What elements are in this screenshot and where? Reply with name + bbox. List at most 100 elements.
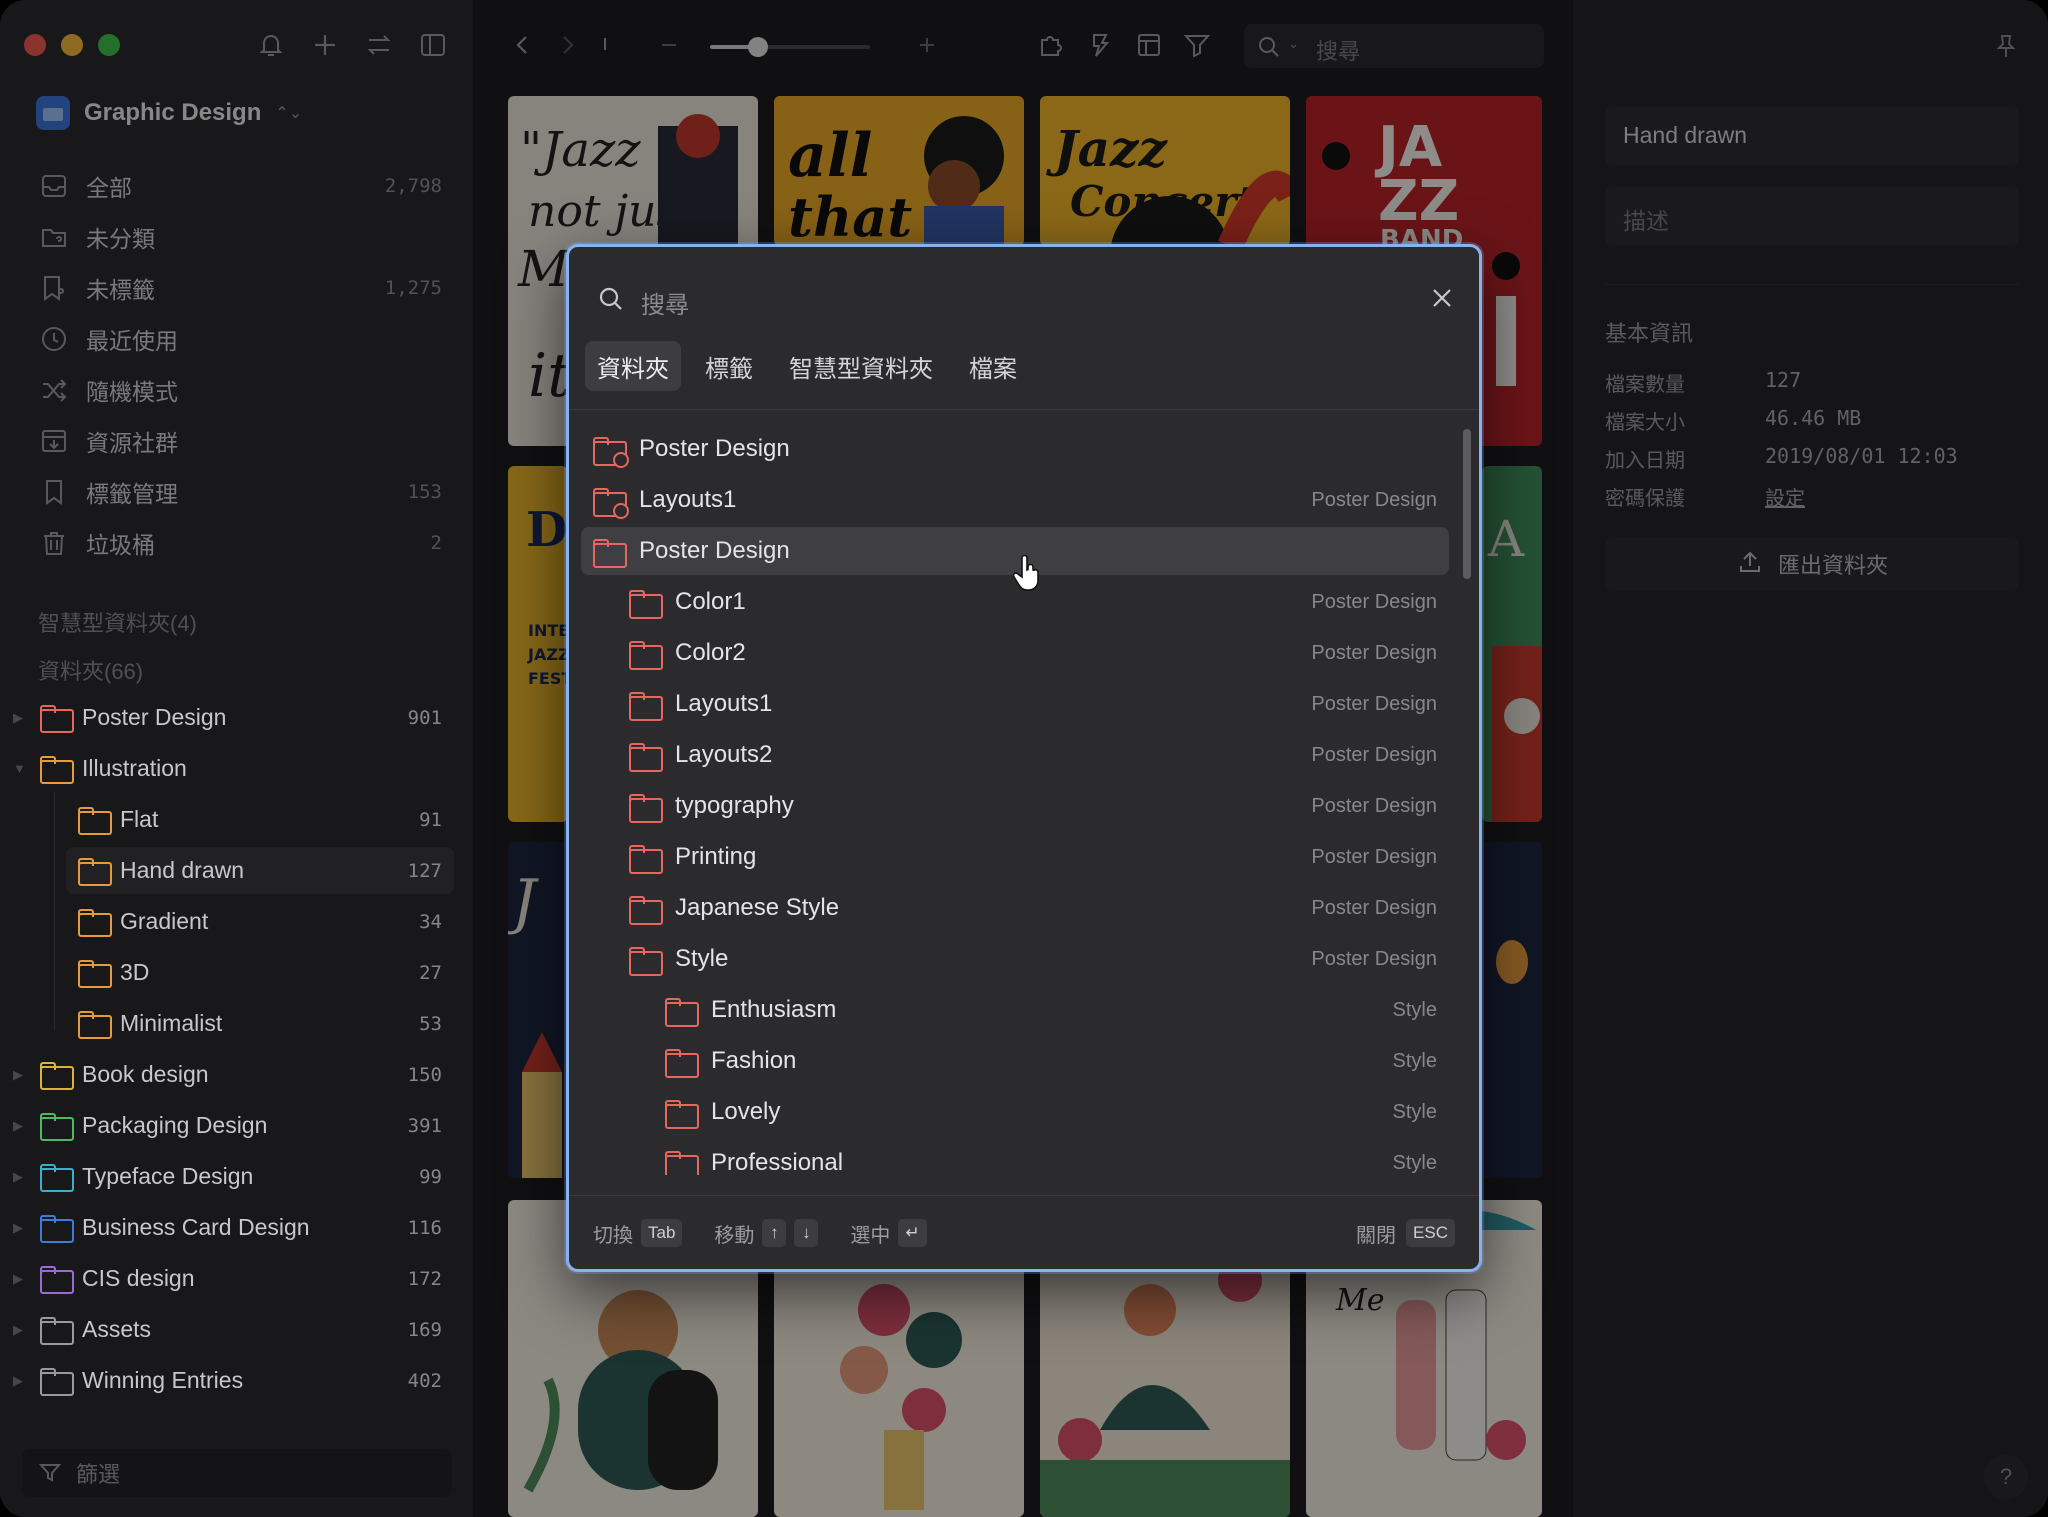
- result-name: Fashion: [711, 1047, 797, 1074]
- folder-icon: [40, 756, 74, 784]
- move-hint-label: 移動: [714, 1224, 755, 1247]
- result-name: Japanese Style: [675, 894, 840, 921]
- folder-tree-label: Minimalist: [120, 1010, 223, 1036]
- folder-icon: [40, 1062, 74, 1090]
- enter-key: ↵: [898, 1219, 927, 1247]
- folder-tree-count: 150: [407, 1063, 442, 1086]
- result-item[interactable]: Style Poster Design: [581, 935, 1449, 983]
- folder-icon: [629, 794, 663, 823]
- result-name: Color2: [675, 639, 746, 666]
- folder-icon: [665, 1151, 699, 1175]
- result-name: Professional: [711, 1149, 844, 1175]
- folder-tree-label: Packaging Design: [82, 1112, 268, 1138]
- folder-tree-count: 53: [419, 1012, 442, 1035]
- folder-tree-count: 901: [407, 706, 442, 729]
- arrow-up-key: ↑: [762, 1219, 787, 1247]
- result-item[interactable]: Professional Style: [581, 1139, 1449, 1175]
- folder-icon: [78, 1011, 112, 1039]
- result-item[interactable]: Layouts2 Poster Design: [581, 731, 1449, 779]
- folder-tree-count: 116: [407, 1216, 442, 1239]
- folder-tree-label: Flat: [120, 806, 159, 832]
- folder-tree-count: 34: [419, 910, 442, 933]
- switch-hint-label: 切換: [593, 1224, 633, 1247]
- result-item[interactable]: Color2 Poster Design: [581, 629, 1449, 677]
- folder-icon: [40, 1317, 74, 1345]
- result-name: Poster Design: [639, 435, 790, 462]
- folder-tree-count: 91: [419, 808, 442, 831]
- dialog-tab[interactable]: 檔案: [957, 341, 1029, 391]
- result-path: Style: [1392, 1101, 1437, 1123]
- result-name: Poster Design: [639, 537, 790, 564]
- result-item[interactable]: Japanese Style Poster Design: [581, 884, 1449, 932]
- folder-icon: [40, 1215, 74, 1243]
- folder-tree-label: Business Card Design: [82, 1214, 310, 1240]
- folder-icon: [40, 1266, 74, 1294]
- folder-tree-label: 3D: [120, 959, 150, 985]
- escape-key: ESC: [1406, 1219, 1455, 1247]
- result-path: Poster Design: [1311, 846, 1437, 868]
- folder-icon: [78, 858, 112, 886]
- result-path: Poster Design: [1311, 744, 1437, 766]
- search-icon: [597, 285, 625, 318]
- smart-folder-icon: [593, 488, 629, 519]
- folder-tree-label: Poster Design: [82, 704, 227, 730]
- clock-badge-icon: [613, 503, 629, 519]
- result-path: Poster Design: [1311, 591, 1437, 613]
- folder-icon: [629, 947, 663, 976]
- result-item[interactable]: Fashion Style: [581, 1037, 1449, 1085]
- folder-icon: [40, 1164, 74, 1192]
- result-item[interactable]: Enthusiasm Style: [581, 986, 1449, 1034]
- folder-tree-label: Illustration: [82, 755, 187, 781]
- result-path: Poster Design: [1311, 795, 1437, 817]
- result-path: Poster Design: [1311, 897, 1437, 919]
- result-item[interactable]: Lovely Style: [581, 1088, 1449, 1136]
- folder-tree-count: 27: [419, 961, 442, 984]
- results-scrollbar[interactable]: [1463, 429, 1471, 579]
- result-path: Poster Design: [1311, 642, 1437, 664]
- folder-icon: [78, 960, 112, 988]
- close-hint-label: 關閉: [1356, 1224, 1397, 1247]
- folder-icon: [665, 1100, 699, 1129]
- close-icon[interactable]: [1427, 283, 1457, 313]
- folder-icon: [629, 743, 663, 772]
- folder-tree-count: 391: [407, 1114, 442, 1137]
- result-name: Layouts1: [639, 486, 737, 513]
- hand-cursor-icon: [1012, 554, 1043, 591]
- folder-tree-label: Typeface Design: [82, 1163, 254, 1189]
- dialog-search-input[interactable]: 搜尋: [597, 281, 1427, 321]
- dialog-tab[interactable]: 資料夾: [585, 341, 681, 391]
- result-name: Color1: [675, 588, 746, 615]
- folder-tree-count: 99: [419, 1165, 442, 1188]
- result-name: Layouts2: [675, 741, 773, 768]
- folder-tree-count: 127: [407, 859, 442, 882]
- result-name: Lovely: [711, 1098, 781, 1125]
- dialog-tab[interactable]: 標籤: [693, 341, 765, 391]
- result-item[interactable]: Printing Poster Design: [581, 833, 1449, 881]
- folder-tree-count: 169: [407, 1318, 442, 1341]
- folder-icon: [40, 1113, 74, 1141]
- dialog-tabs: 資料夾 標籤 智慧型資料夾 檔案: [585, 341, 1029, 391]
- folder-tree-label: Winning Entries: [82, 1367, 244, 1393]
- folder-tree-label: Hand drawn: [120, 857, 245, 883]
- folder-icon: [40, 1368, 74, 1396]
- clock-badge-icon: [613, 452, 629, 468]
- result-name: Style: [675, 945, 729, 972]
- result-item[interactable]: typography Poster Design: [581, 782, 1449, 830]
- folder-tree-label: Assets: [82, 1316, 152, 1342]
- folder-icon: [665, 1049, 699, 1078]
- result-name: typography: [675, 792, 794, 819]
- arrow-down-key: ↓: [794, 1219, 819, 1247]
- result-item[interactable]: Layouts1 Poster Design: [581, 680, 1449, 728]
- tab-key: Tab: [641, 1219, 683, 1247]
- folder-tree-label: Book design: [82, 1061, 209, 1087]
- result-item[interactable]: Layouts1 Poster Design: [581, 476, 1449, 524]
- dialog-tab[interactable]: 智慧型資料夾: [777, 341, 945, 391]
- result-path: Poster Design: [1311, 489, 1437, 511]
- result-name: Layouts1: [675, 690, 773, 717]
- result-item[interactable]: Poster Design: [581, 425, 1449, 473]
- result-path: Poster Design: [1311, 948, 1437, 970]
- quick-search-dialog: 搜尋 資料夾 標籤 智慧型資料夾 檔案 Poster Design Layouts1 Po…: [566, 244, 1482, 1272]
- folder-icon: [629, 845, 663, 874]
- smart-folder-icon: [593, 437, 629, 468]
- folder-icon: [593, 539, 627, 568]
